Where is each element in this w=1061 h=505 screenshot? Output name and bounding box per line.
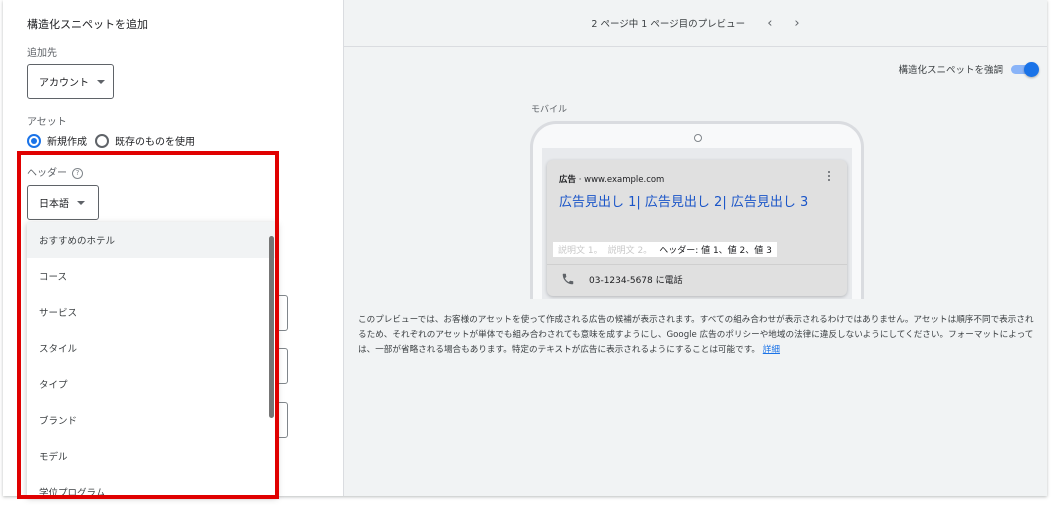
disclaimer-text: このプレビューでは、お客様のアセットを使って作成される広告の候補が表示されます。… [358,315,1034,355]
asset-label: アセット [27,117,67,128]
phone-icon [562,273,574,285]
ad-preview-card: 広告 · www.example.com 広告見出し 1| 広告見出し 2| 広… [547,160,847,296]
add-to-dropdown[interactable]: アカウント [27,64,114,99]
snippet-editor-panel: 構造化スニペットを追加 追加先 アカウント アセット 新規作成 既存のものを使用… [3,0,343,499]
highlight-annotation [17,151,279,499]
ad-url: · www.example.com [578,175,665,185]
radio-new[interactable] [27,133,41,148]
add-to-label: 追加先 [27,48,57,59]
radio-existing[interactable] [95,133,109,148]
radio-existing-label[interactable]: 既存のものを使用 [115,133,195,148]
page-indicator: 2 ページ中 1 ページ目のプレビュー [591,19,746,30]
camera-icon [694,134,702,142]
ad-desc-2: 説明文 2。 [607,242,658,257]
ad-phone-text: 03-1234-5678 に電話 [589,275,683,286]
chevron-left-icon[interactable]: ‹ [767,16,772,31]
ad-call-extension[interactable]: 03-1234-5678 に電話 [561,272,683,286]
ad-description: 説明文 1。 説明文 2。 ヘッダー: 値 1、値 2、値 3 [553,242,777,257]
preview-pagination: 2 ページ中 1 ページ目のプレビュー ‹ › [344,0,1047,47]
ad-structured-snippet: ヘッダー: 値 1、値 2、値 3 [657,242,777,257]
details-link[interactable]: 詳細 [763,345,780,355]
toggle-label: 構造化スニペットを強調 [898,65,1003,76]
emphasize-toggle[interactable] [1011,62,1039,77]
preview-panel: 2 ページ中 1 ページ目のプレビュー ‹ › 構造化スニペットを強調 モバイル… [343,0,1047,496]
add-to-value: アカウント [39,78,89,89]
asset-radio-group: 新規作成 既存のものを使用 [27,133,195,148]
chevron-right-icon[interactable]: › [794,16,799,31]
ad-badge: 広告 [559,175,577,185]
more-vert-icon[interactable] [828,171,831,183]
radio-new-label[interactable]: 新規作成 [47,133,87,148]
ad-meta: 広告 · www.example.com [559,173,664,185]
preview-disclaimer: このプレビューでは、お客様のアセットを使って作成される広告の候補が表示されます。… [358,313,1038,358]
phone-screen: 広告 · www.example.com 広告見出し 1| 広告見出し 2| 広… [542,148,852,299]
emphasize-toggle-row: 構造化スニペットを強調 [898,62,1039,77]
dialog: 構造化スニペットを追加 追加先 アカウント アセット 新規作成 既存のものを使用… [3,0,1047,499]
divider [547,264,847,265]
caret-down-icon [97,79,105,84]
panel-title: 構造化スニペットを追加 [27,18,148,31]
mobile-phone-frame: 広告 · www.example.com 広告見出し 1| 広告見出し 2| 広… [530,121,864,299]
ad-headline[interactable]: 広告見出し 1| 広告見出し 2| 広告見出し 3 [559,193,839,212]
mobile-label: モバイル [531,105,568,115]
ad-desc-1: 説明文 1。 [553,242,608,257]
